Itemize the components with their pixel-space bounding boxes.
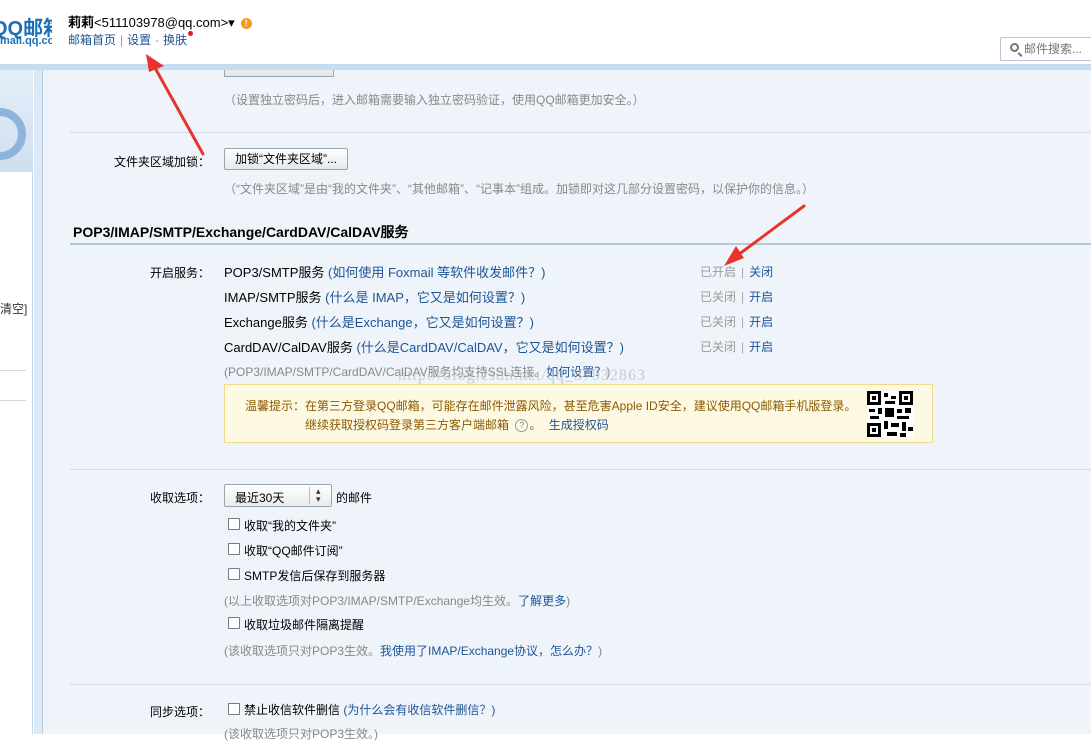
tip-line-2: 继续获取授权码登录第三方客户端邮箱 ?。 生成授权码 (305, 416, 609, 433)
receive-hint-2: (该收取选项只对POP3生效。我使用了IMAP/Exchange协议，怎么办？) (224, 642, 602, 659)
option-checkbox[interactable] (228, 518, 240, 530)
services-label: 开启服务： (149, 266, 210, 280)
junk-checkbox[interactable] (228, 617, 240, 629)
option-checkbox[interactable] (228, 543, 240, 555)
user-nickname: 莉莉 (68, 15, 95, 30)
top-nav: 邮箱首页 | 设置 - 换肤 (68, 31, 194, 48)
select-value: 最近30天 (235, 491, 285, 505)
sync-checkbox[interactable] (228, 703, 240, 715)
receive-hint-1-text: (以上收取选项对POP3/IMAP/SMTP/Exchange均生效。 (224, 594, 519, 608)
service-row-carddav: CardDAV/CalDAV服务 (什么是CardDAV/CalDAV，它又是如… (224, 337, 624, 356)
sidebar-clear-link[interactable]: 清空] (0, 300, 27, 317)
service-status: 已关闭 (700, 340, 737, 354)
service-status-carddav: 已关闭 | 开启 (700, 340, 774, 354)
section-title: POP3/IMAP/SMTP/Exchange/CardDAV/CalDAV服务 (73, 224, 409, 240)
new-dot-icon (188, 31, 194, 36)
nav-skin[interactable]: 换肤 (163, 33, 187, 47)
section-divider (70, 469, 1091, 470)
qq-mail-logo[interactable]: QQ邮箱 mail.qq.com (0, 10, 52, 50)
nav-mail-home[interactable]: 邮箱首页 (68, 33, 116, 47)
sidebar: 清空] (0, 70, 33, 734)
tip-line-2-text: 继续获取授权码登录第三方客户端邮箱 (305, 418, 510, 432)
frame-gap (34, 70, 42, 734)
service-name: IMAP/SMTP服务 (224, 290, 322, 305)
service-name: Exchange服务 (224, 315, 308, 330)
nav-dash: - (155, 33, 160, 47)
warning-icon[interactable]: ! (240, 18, 252, 30)
section-divider (70, 684, 1091, 685)
logo-domain: mail.qq.com (0, 35, 52, 47)
receive-range-select[interactable]: 最近30天 ▴ ▾ (224, 484, 332, 507)
service-status: 已开启 (700, 265, 737, 279)
service-help-link[interactable]: (如何使用 Foxmail 等软件收发邮件？) (328, 265, 545, 280)
imap-exchange-help-link[interactable]: 我使用了IMAP/Exchange协议，怎么办？ (380, 644, 598, 658)
swirl-icon (0, 108, 26, 160)
service-toggle-button[interactable]: 关闭 (749, 265, 773, 279)
receive-suffix: 的邮件 (336, 491, 373, 505)
independent-password-button[interactable] (224, 70, 334, 77)
option-label: SMTP发信后保存到服务器 (244, 569, 386, 583)
user-email[interactable]: <511103978@qq.com> (94, 15, 228, 30)
search-icon (1010, 43, 1019, 52)
service-toggle-button[interactable]: 开启 (749, 290, 773, 304)
receive-label: 收取选项： (149, 491, 210, 505)
receive-hint-1-close: ) (566, 594, 571, 608)
service-status-exchange: 已关闭 | 开启 (700, 315, 774, 329)
receive-hint-2-close: ) (598, 644, 603, 658)
divider (0, 400, 26, 401)
service-row-pop3: POP3/SMTP服务 (如何使用 Foxmail 等软件收发邮件？) (224, 262, 545, 281)
junk-label: 收取垃圾邮件隔离提醒 (244, 618, 365, 632)
receive-hint-2-text: (该收取选项只对POP3生效。 (224, 644, 381, 658)
option-label: 收取“我的文件夹” (244, 519, 336, 533)
section-title-rule (70, 243, 1091, 245)
top-header: QQ邮箱 mail.qq.com 莉莉<511103978@qq.com>▾! … (0, 0, 1091, 64)
tip-line-1: 温馨提示：在第三方登录QQ邮箱，可能存在邮件泄露风险，甚至危害Apple ID安… (245, 399, 857, 413)
generate-auth-code-link[interactable]: 生成授权码 (549, 418, 609, 432)
sync-help-link[interactable]: (为什么会有收信软件删信？) (343, 703, 495, 717)
service-row-imap: IMAP/SMTP服务 (什么是 IMAP，它又是如何设置？) (224, 287, 525, 306)
sync-option-label: 禁止收信软件删信 (为什么会有收信软件删信？) (244, 701, 495, 718)
receive-hint-1: (以上收取选项对POP3/IMAP/SMTP/Exchange均生效。了解更多) (224, 592, 570, 609)
tip-period: 。 (529, 418, 542, 432)
service-status-pop3: 已开启 | 关闭 (700, 265, 774, 279)
divider (0, 370, 26, 371)
service-help-link[interactable]: (什么是 IMAP，它又是如何设置？) (325, 290, 525, 305)
account-dropdown-icon[interactable]: ▾ (228, 15, 235, 30)
folder-lock-label: 文件夹区域加锁： (113, 155, 210, 169)
option-label: 收取“QQ邮件订阅” (244, 544, 343, 558)
option-checkbox[interactable] (228, 568, 240, 580)
sync-label: 同步选项： (149, 705, 210, 719)
service-name: POP3/SMTP服务 (224, 265, 325, 280)
folder-lock-button[interactable]: 加锁“文件夹区域”... (224, 148, 348, 170)
service-status-imap: 已关闭 | 开启 (700, 290, 774, 304)
qr-code-icon (867, 391, 913, 437)
folder-lock-hint: （“文件夹区域”是由“我的文件夹”、“其他邮箱”、“记事本”组成。加锁即对这几部… (224, 182, 814, 196)
service-status: 已关闭 (700, 315, 737, 329)
service-row-exchange: Exchange服务 (什么是Exchange，它又是如何设置？) (224, 312, 534, 331)
service-status: 已关闭 (700, 290, 737, 304)
user-account: 莉莉<511103978@qq.com>▾! (68, 12, 252, 31)
sidebar-banner (0, 70, 33, 172)
service-name: CardDAV/CalDAV服务 (224, 340, 353, 355)
mail-search[interactable] (1000, 37, 1091, 61)
help-circle-icon[interactable]: ? (515, 419, 529, 433)
select-arrows-icon: ▴ ▾ (316, 486, 321, 504)
search-input[interactable] (1024, 41, 1091, 57)
nav-divider: | (120, 33, 124, 47)
section-divider (70, 132, 1091, 133)
service-toggle-button[interactable]: 开启 (749, 315, 773, 329)
service-help-link[interactable]: (什么是Exchange，它又是如何设置？) (311, 315, 533, 330)
watermark: http://blog.csdn.net/qq_37932863 (398, 367, 646, 384)
learn-more-link[interactable]: 了解更多 (518, 594, 566, 608)
sync-option-text: 禁止收信软件删信 (244, 703, 341, 717)
service-help-link[interactable]: (什么是CardDAV/CalDAV，它又是如何设置？) (356, 340, 623, 355)
independent-password-hint: （设置独立密码后，进入邮箱需要输入独立密码验证，使用QQ邮箱更加安全。） (224, 93, 645, 107)
nav-settings[interactable]: 设置 (127, 33, 151, 47)
service-toggle-button[interactable]: 开启 (749, 340, 773, 354)
